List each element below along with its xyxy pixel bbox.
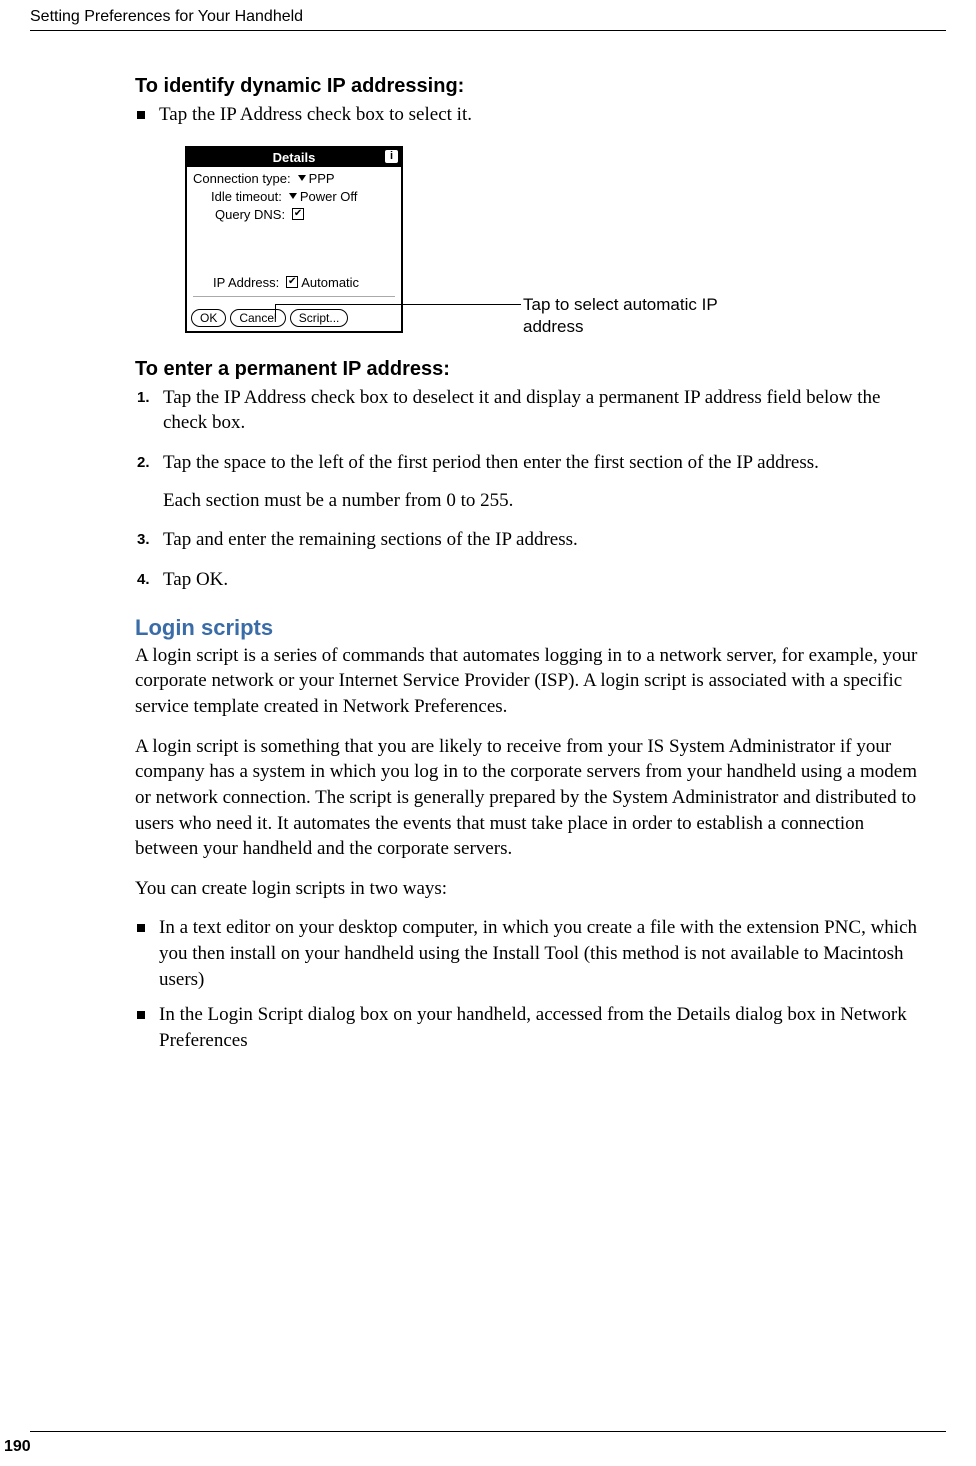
ok-button[interactable]: OK [191, 309, 226, 327]
subheading-permanent-ip: To enter a permanent IP address: [135, 358, 921, 381]
paragraph: A login script is something that you are… [135, 734, 921, 862]
step-text: Tap OK. [163, 567, 228, 593]
bullet-text: In the Login Script dialog box on your h… [159, 1002, 921, 1053]
step-1: 1. Tap the IP Address check box to desel… [137, 385, 921, 436]
figure-area: Details i Connection type: PPP Idle time… [185, 146, 921, 338]
dialog-spacer [193, 225, 395, 275]
bullet-text: In a text editor on your desktop compute… [159, 915, 921, 992]
ip-address-row: IP Address: ✔ Automatic [193, 275, 395, 290]
connection-type-value[interactable]: PPP [309, 171, 335, 186]
idle-timeout-label: Idle timeout: [211, 189, 282, 204]
step-number: 1. [137, 388, 163, 436]
connection-type-label: Connection type: [193, 171, 291, 186]
cancel-button[interactable]: Cancel [230, 309, 285, 327]
step-4: 4. Tap OK. [137, 567, 921, 593]
ip-address-label: IP Address: [213, 275, 279, 290]
query-dns-checkbox[interactable]: ✔ [292, 208, 304, 220]
script-button[interactable]: Script... [290, 309, 349, 327]
info-icon[interactable]: i [385, 150, 398, 163]
login-scripts-heading: Login scripts [135, 615, 921, 641]
callout-leader-line [275, 304, 521, 305]
footer-rule [30, 1431, 946, 1432]
ip-address-value: Automatic [301, 275, 359, 290]
step-text: Tap the space to the left of the first p… [163, 450, 819, 476]
running-header: Setting Preferences for Your Handheld [30, 8, 303, 26]
step-2: 2. Tap the space to the left of the firs… [137, 450, 921, 476]
square-bullet-icon [137, 111, 145, 119]
step-number: 4. [137, 570, 163, 593]
square-bullet-icon [137, 1011, 145, 1019]
dialog-titlebar: Details i [187, 148, 401, 167]
dropdown-icon[interactable] [289, 193, 297, 199]
query-dns-label: Query DNS: [215, 207, 285, 222]
idle-timeout-row: Idle timeout: Power Off [193, 189, 395, 204]
callout-text: Tap to select automatic IP address [523, 295, 717, 336]
paragraph: You can create login scripts in two ways… [135, 876, 921, 902]
paragraph: A login script is a series of commands t… [135, 643, 921, 720]
step-2-note: Each section must be a number from 0 to … [163, 488, 921, 514]
connection-type-row: Connection type: PPP [193, 171, 395, 186]
dialog-title: Details [273, 150, 316, 165]
dialog-buttons: OK Cancel Script... [187, 305, 401, 331]
step-number: 2. [137, 453, 163, 476]
header-rule [30, 30, 946, 31]
step-3: 3. Tap and enter the remaining sections … [137, 527, 921, 553]
callout-leader-line [275, 304, 276, 318]
dialog-divider [193, 296, 395, 297]
step-number: 3. [137, 530, 163, 553]
bullet-item: In a text editor on your desktop compute… [137, 915, 921, 992]
square-bullet-icon [137, 924, 145, 932]
bullet-text: Tap the IP Address check box to select i… [159, 102, 472, 128]
ip-address-checkbox[interactable]: ✔ [286, 276, 298, 288]
step-text: Tap the IP Address check box to deselect… [163, 385, 921, 436]
bullet-item: In the Login Script dialog box on your h… [137, 1002, 921, 1053]
dialog-body: Connection type: PPP Idle timeout: Power… [187, 167, 401, 305]
bullet-item: Tap the IP Address check box to select i… [137, 102, 921, 128]
query-dns-row: Query DNS: ✔ [193, 207, 395, 222]
main-content: To identify dynamic IP addressing: Tap t… [135, 65, 921, 1064]
subheading-dynamic-ip: To identify dynamic IP addressing: [135, 75, 921, 98]
step-text: Tap and enter the remaining sections of … [163, 527, 578, 553]
dropdown-icon[interactable] [298, 175, 306, 181]
page-number: 190 [4, 1438, 31, 1456]
idle-timeout-value[interactable]: Power Off [300, 189, 358, 204]
callout-label: Tap to select automatic IP address [523, 294, 753, 338]
